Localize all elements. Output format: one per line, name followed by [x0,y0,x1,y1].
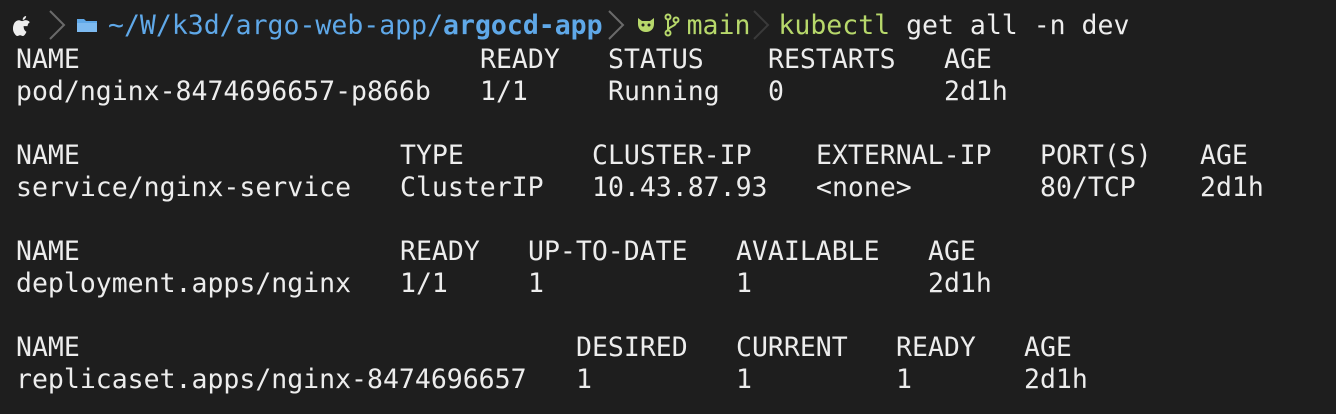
column-header: TYPE [400,140,464,171]
column-header: DESIRED [576,332,688,363]
git-branch-icon [664,13,680,37]
table-cell: 80/TCP [1040,172,1136,203]
table-row: deployment.apps/nginx 1/1 1 1 2d1h [0,268,992,300]
table-cell: 1/1 [480,76,528,107]
column-header: CLUSTER-IP [592,140,752,171]
column-header: CURRENT [736,332,848,363]
table-cell: 2d1h [944,76,1008,107]
table-cell: 1 [528,268,544,299]
separator-chevron-icon [44,6,72,44]
github-cat-icon [637,18,654,32]
table-cell: 0 [768,76,784,107]
path-current-folder: argocd-app [443,9,603,41]
terminal-window[interactable]: ~/W/k3d/argo-web-app/argocd-app main kub… [0,0,1336,414]
column-header: READY [400,236,480,267]
table-cell: pod/nginx-8474696657-p866b [16,76,431,107]
path-prefix: ~/W/k3d/argo-web-app/ [108,9,444,41]
command-name: kubectl [778,9,891,41]
table-cell: 10.43.87.93 [592,172,768,203]
column-header: READY [896,332,976,363]
apple-logo-icon [0,6,44,44]
column-header: NAME [16,140,80,171]
table-cell: replicaset.apps/nginx-8474696657 [16,364,527,395]
table-cell: <none> [816,172,912,203]
current-directory: ~/W/k3d/argo-web-app/argocd-app [72,6,603,44]
table-cell: 2d1h [928,268,992,299]
table-cell: 1 [896,364,912,395]
table-cell: deployment.apps/nginx [16,268,352,299]
column-header: NAME [16,44,80,75]
separator-chevron-icon [603,6,631,44]
column-header: AGE [944,44,992,75]
table-cell: 1 [736,364,752,395]
table-row: service/nginx-service ClusterIP 10.43.87… [0,172,1264,204]
table-cell: 1 [576,364,592,395]
table-row: replicaset.apps/nginx-8474696657 1 1 1 2… [0,364,1088,396]
column-header: AGE [928,236,976,267]
table-cell: 1/1 [400,268,448,299]
column-header: EXTERNAL-IP [816,140,992,171]
table-cell: 2d1h [1024,364,1088,395]
command-line[interactable]: kubectl get all -n dev [778,10,1129,41]
column-header: AGE [1200,140,1248,171]
shell-prompt: ~/W/k3d/argo-web-app/argocd-app main kub… [0,6,1129,44]
command-args: get all -n dev [890,9,1130,41]
column-header: RESTARTS [768,44,896,75]
separator-chevron-icon [750,6,778,44]
table-header-deployments: NAME READY UP-TO-DATE AVAILABLE AGE [0,236,976,268]
column-header: AVAILABLE [736,236,880,267]
table-cell: 1 [736,268,752,299]
table-cell: service/nginx-service [16,172,352,203]
git-branch-name: main [686,9,751,41]
table-cell: ClusterIP [400,172,544,203]
table-header-pods: NAME READY STATUS RESTARTS AGE [0,44,992,76]
table-cell: Running [608,76,720,107]
column-header: STATUS [608,44,704,75]
column-header: READY [480,44,560,75]
column-header: PORT(S) [1040,140,1152,171]
folder-icon [77,19,97,32]
table-cell: 2d1h [1200,172,1264,203]
column-header: NAME [16,236,80,267]
table-row: pod/nginx-8474696657-p866b 1/1 Running 0… [0,76,1008,108]
table-header-services: NAME TYPE CLUSTER-IP EXTERNAL-IP PORT(S)… [0,140,1248,172]
table-header-replicasets: NAME DESIRED CURRENT READY AGE [0,332,1072,364]
column-header: AGE [1024,332,1072,363]
column-header: NAME [16,332,80,363]
column-header: UP-TO-DATE [528,236,688,267]
